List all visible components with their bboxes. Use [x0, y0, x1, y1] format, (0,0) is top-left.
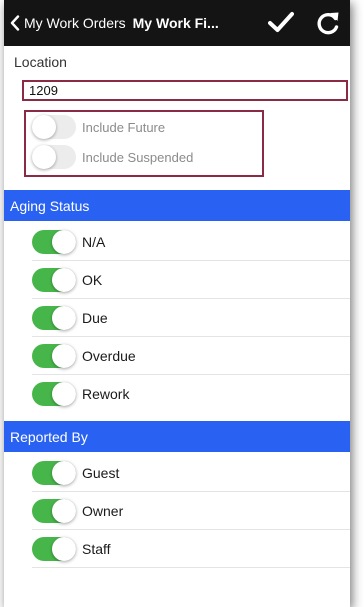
- ok-toggle[interactable]: [32, 267, 76, 292]
- location-label: Location: [14, 54, 67, 70]
- aging-status-row-ok: OK: [32, 261, 350, 299]
- guest-toggle[interactable]: [32, 460, 76, 485]
- include-suspended-option: Include Suspended: [32, 145, 193, 169]
- include-suspended-label: Include Suspended: [82, 149, 194, 165]
- checkmark-icon: [268, 12, 294, 37]
- include-suspended-toggle[interactable]: [32, 145, 76, 169]
- na-toggle[interactable]: [32, 229, 76, 254]
- reported-by-row-staff: Staff: [32, 530, 350, 568]
- refresh-button[interactable]: [316, 10, 340, 41]
- location-input[interactable]: [22, 80, 348, 101]
- owner-toggle[interactable]: [32, 498, 76, 523]
- aging-status-header: Aging Status: [4, 190, 350, 221]
- guest-label: Guest: [82, 464, 120, 481]
- due-label: Due: [82, 309, 108, 326]
- rework-label: Rework: [82, 386, 130, 402]
- staff-label: Staff: [82, 540, 111, 557]
- top-navigation-bar: My Work Orders My Work Fi...: [4, 0, 350, 46]
- ok-label: OK: [82, 271, 103, 288]
- aging-status-row-na: N/A: [32, 223, 350, 261]
- reported-by-row-guest: Guest: [32, 454, 350, 492]
- aging-status-row-due: Due: [32, 299, 350, 337]
- overdue-label: Overdue: [82, 347, 136, 364]
- include-future-option: Include Future: [32, 115, 165, 139]
- reported-by-header: Reported By: [4, 421, 350, 452]
- refresh-icon: [316, 12, 340, 40]
- back-button[interactable]: My Work Orders: [4, 0, 126, 46]
- na-label: N/A: [82, 233, 106, 250]
- chevron-left-icon: [10, 15, 20, 31]
- overdue-toggle[interactable]: [32, 343, 76, 368]
- save-button[interactable]: [268, 11, 294, 38]
- due-toggle[interactable]: [32, 305, 76, 330]
- include-future-label: Include Future: [82, 119, 166, 135]
- owner-label: Owner: [82, 502, 124, 519]
- aging-status-row-overdue: Overdue: [32, 337, 350, 375]
- phone-screen: My Work Orders My Work Fi... Location In…: [4, 0, 350, 607]
- rework-toggle[interactable]: [32, 382, 76, 406]
- include-future-toggle[interactable]: [32, 115, 76, 139]
- back-button-label: My Work Orders: [24, 15, 126, 31]
- staff-toggle[interactable]: [32, 536, 76, 561]
- page-title: My Work Fi...: [132, 15, 219, 31]
- reported-by-row-owner: Owner: [32, 492, 350, 530]
- aging-status-row-rework: Rework: [32, 375, 350, 413]
